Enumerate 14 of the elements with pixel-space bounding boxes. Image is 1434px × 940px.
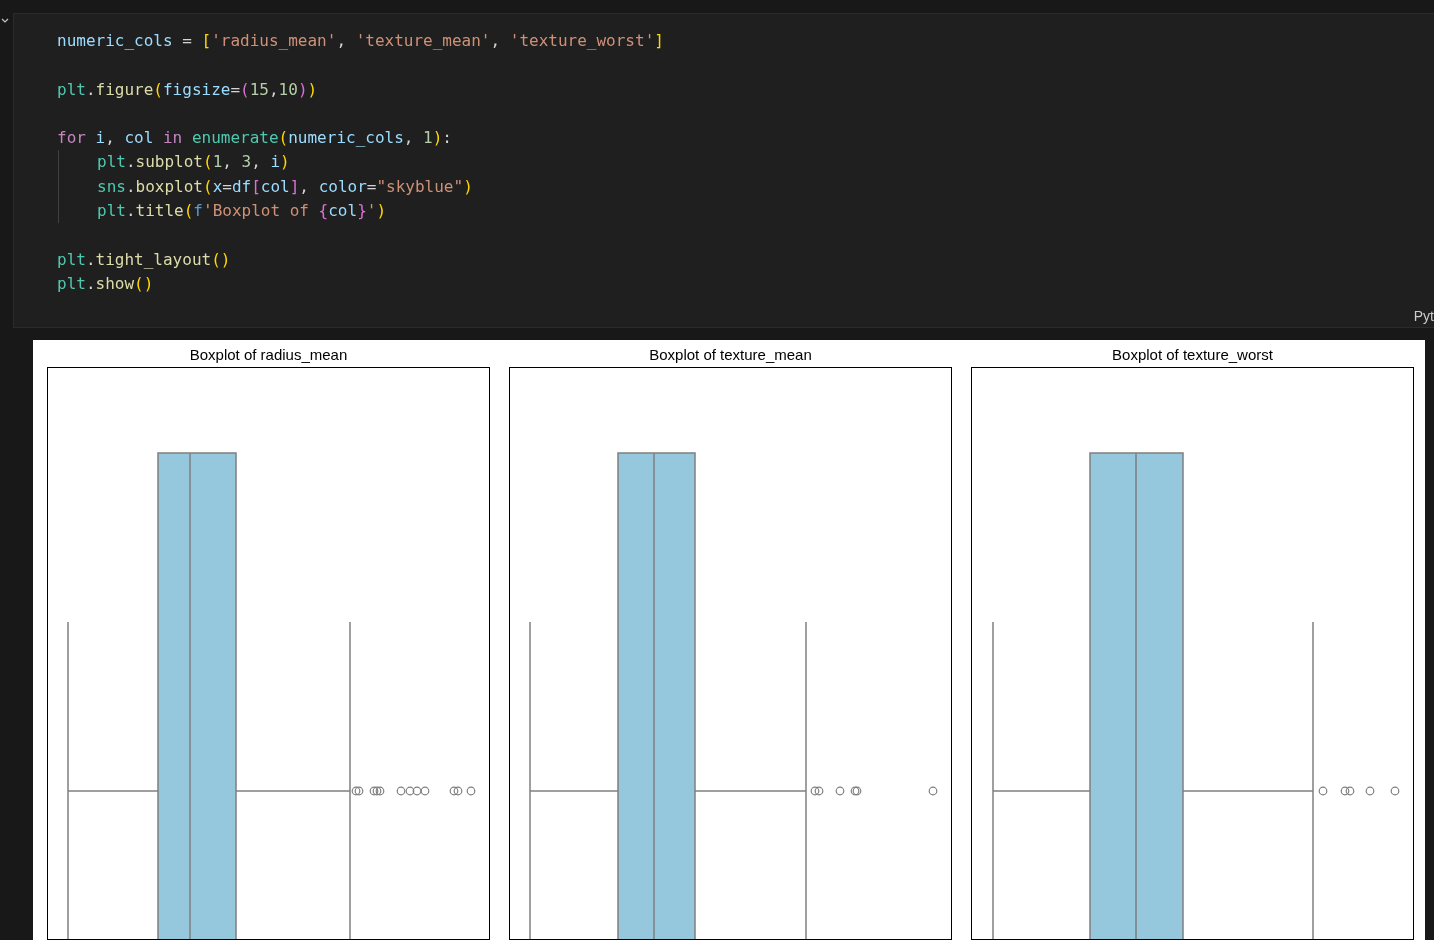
plot-title: Boxplot of radius_mean bbox=[189, 346, 348, 364]
code-line: numeric_cols = ['radius_mean', 'texture_mean', 'texture_worst'] bbox=[57, 31, 664, 50]
code-line: plt.tight_layout() bbox=[57, 249, 231, 269]
code-line: for i, col in enumerate(numeric_cols, 1): bbox=[57, 128, 452, 148]
code-line: plt.show() bbox=[57, 273, 154, 293]
code-line: plt.subplot(1, 3, i) bbox=[97, 152, 290, 172]
code-line: plt.title(f'Boxplot of {col}') bbox=[97, 201, 387, 221]
code-cell[interactable] bbox=[13, 13, 1434, 328]
plot-title: Boxplot of texture_mean bbox=[649, 346, 812, 364]
code-line: sns.boxplot(x=df[col], color="skyblue") bbox=[97, 176, 473, 196]
language-label[interactable]: Pyt bbox=[1413, 309, 1434, 323]
code-line: plt.figure(figsize=(15,10)) bbox=[57, 79, 318, 99]
collapse-chevron-icon[interactable] bbox=[1, 18, 9, 23]
plot-title: Boxplot of texture_worst bbox=[1112, 346, 1273, 364]
